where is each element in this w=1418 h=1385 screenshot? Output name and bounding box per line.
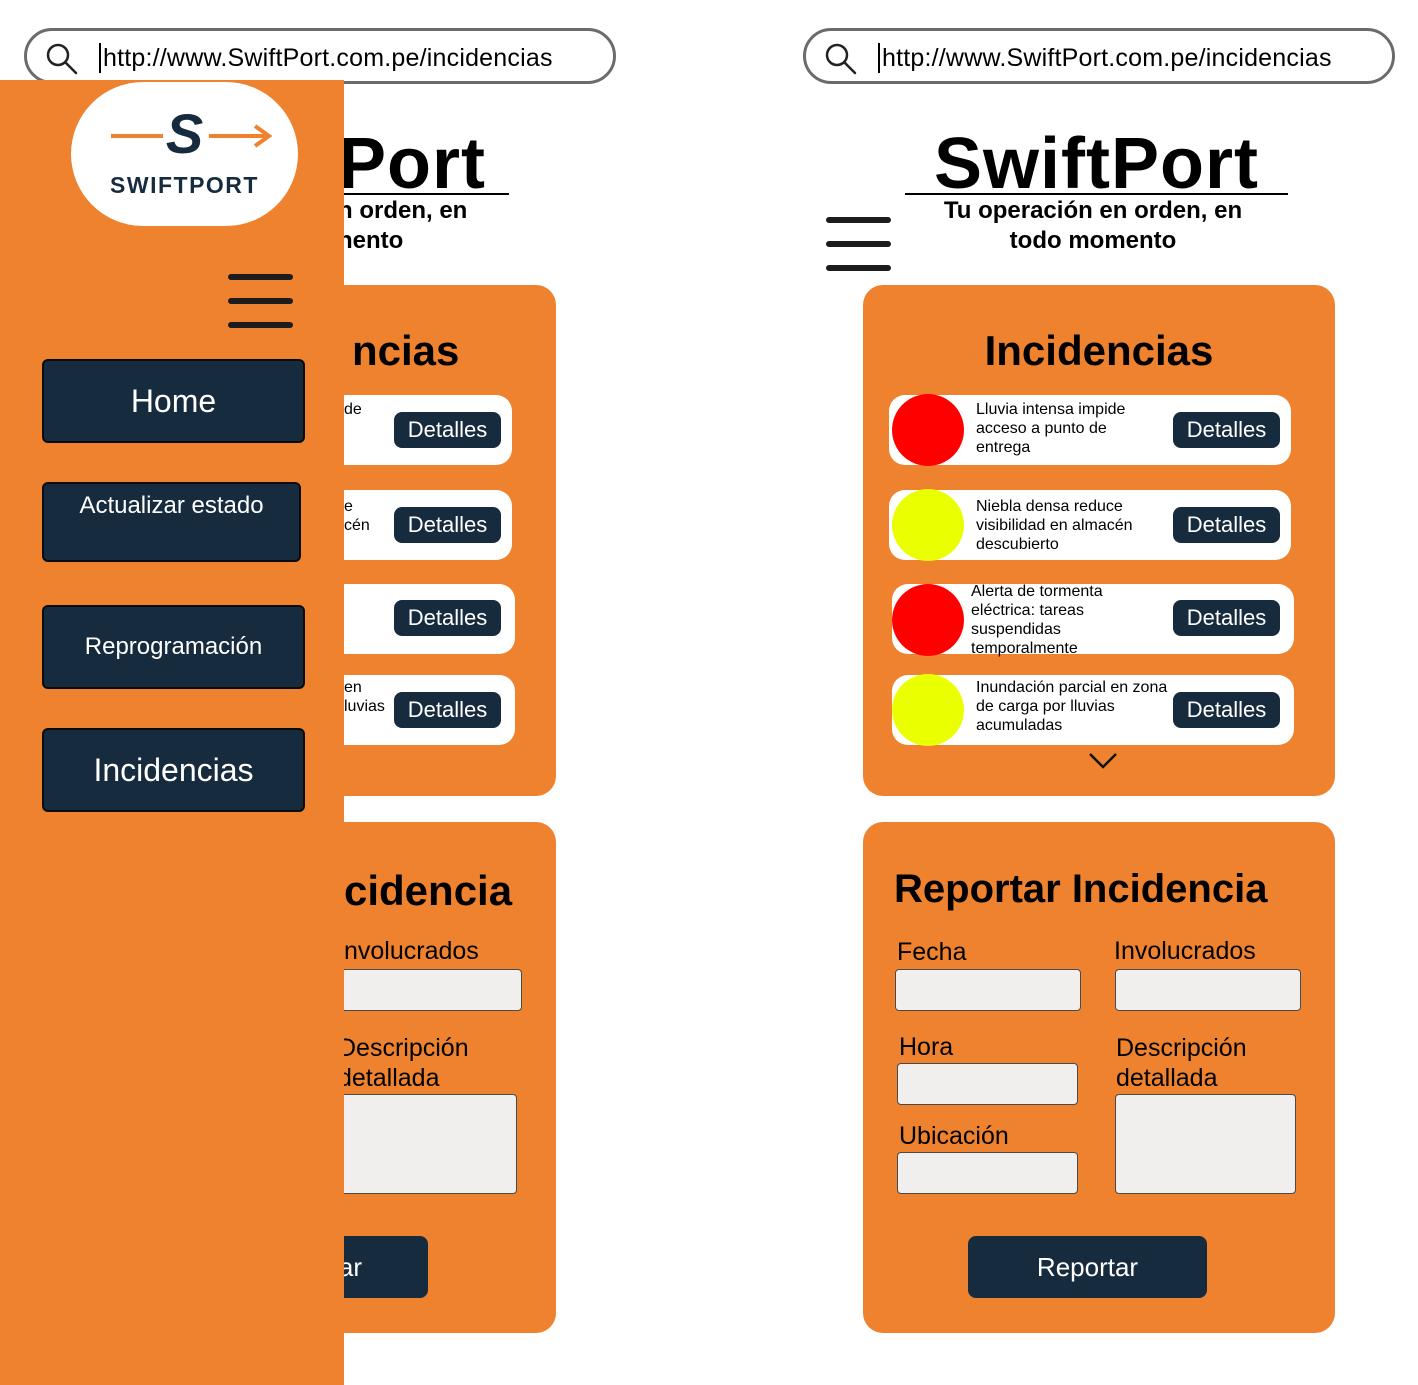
descripcion-textarea[interactable] <box>1115 1094 1296 1194</box>
descripcion-textarea[interactable] <box>320 1094 517 1194</box>
fecha-label: Fecha <box>897 938 967 966</box>
url-text: http://www.SwiftPort.com.pe/incidencias <box>103 44 553 72</box>
brand-title: SwiftPort <box>934 124 1259 204</box>
incidence-description: Alerta de tormenta eléctrica: tareas sus… <box>971 583 1103 657</box>
text-caret <box>99 43 101 73</box>
report-title-partial: cidencia <box>344 867 513 914</box>
ubicacion-label: Ubicación <box>899 1122 1009 1150</box>
incidence-row[interactable]: Lluvia intensa impide acceso a punto de … <box>889 394 1291 466</box>
menu-toggle-button[interactable] <box>826 217 891 271</box>
search-icon <box>46 43 78 75</box>
url-text: http://www.SwiftPort.com.pe/incidencias <box>882 44 1332 72</box>
details-button[interactable]: Detalles <box>394 692 501 728</box>
tagline-line2-partial: nento <box>338 227 404 254</box>
report-button[interactable]: Reportar <box>968 1236 1207 1298</box>
incidence-text-fragment: luvias <box>344 698 385 715</box>
report-card: Reportar Incidencia Fecha Involucrados H… <box>863 822 1335 1333</box>
menu-item-label: Home <box>130 382 217 419</box>
descripcion-label-2: detallada <box>1116 1064 1218 1092</box>
details-button[interactable]: Detalles <box>394 600 501 636</box>
fecha-input[interactable] <box>895 969 1081 1011</box>
severity-indicator <box>892 674 964 746</box>
incidence-text-fragment: cén <box>344 517 370 534</box>
menu-item-label: Reprogramación <box>84 633 263 660</box>
address-bar-right[interactable]: http://www.SwiftPort.com.pe/incidencias <box>803 28 1395 84</box>
incidencias-title: Incidencias <box>984 327 1214 374</box>
descripcion-label-partial-2: detallada <box>338 1064 440 1092</box>
incidencias-title-partial: ncias <box>352 327 460 374</box>
brand-underline <box>905 193 1288 195</box>
details-button[interactable]: Detalles <box>394 412 501 448</box>
report-title: Reportar Incidencia <box>894 867 1268 911</box>
menu-item-reprogramacion[interactable]: Reprogramación <box>42 605 305 689</box>
incidence-description: Niebla densa reduce visibilidad en almac… <box>976 498 1133 553</box>
details-button[interactable]: Detalles <box>1173 412 1280 448</box>
tagline-line1-partial: n orden, en <box>338 197 468 224</box>
incidence-row[interactable]: Niebla densa reduce visibilidad en almac… <box>889 489 1291 561</box>
descripcion-label: Descripción <box>1116 1034 1247 1062</box>
tagline-line2: todo momento <box>1009 227 1177 254</box>
incidence-row[interactable]: Alerta de tormenta eléctrica: tareas sus… <box>892 583 1294 657</box>
logo: S SWIFTPORT <box>71 82 298 226</box>
descripcion-label-partial: Descripción <box>338 1034 469 1062</box>
text-caret <box>878 43 880 73</box>
severity-indicator <box>892 489 964 561</box>
side-menu-drawer: S SWIFTPORT Home Actualizar estado Repro… <box>0 80 344 1385</box>
hora-input[interactable] <box>897 1063 1078 1105</box>
menu-toggle-button[interactable] <box>228 274 293 328</box>
incidencias-card: Incidencias Lluvia intensa impide acceso… <box>863 285 1335 796</box>
menu-item-incidencias[interactable]: Incidencias <box>42 728 305 812</box>
involucrados-input[interactable] <box>1115 969 1301 1011</box>
logo-text: SWIFTPORT <box>110 172 259 198</box>
brand-underline <box>338 193 509 195</box>
incidence-text-fragment: en <box>344 679 362 696</box>
involucrados-input[interactable] <box>320 969 522 1011</box>
details-button[interactable]: Detalles <box>1173 507 1280 543</box>
details-button[interactable]: Detalles <box>1173 600 1280 636</box>
chevron-down-icon[interactable] <box>1087 750 1119 772</box>
details-button[interactable]: Detalles <box>394 507 501 543</box>
search-icon <box>825 43 857 75</box>
incidence-description: Lluvia intensa impide acceso a punto de … <box>976 401 1126 456</box>
involucrados-label: Involucrados <box>1114 937 1256 965</box>
menu-item-actualizar-estado[interactable]: Actualizar estado <box>42 482 301 562</box>
ubicacion-input[interactable] <box>897 1152 1078 1194</box>
severity-indicator <box>892 584 964 656</box>
involucrados-label-partial: nvolucrados <box>344 937 479 965</box>
menu-item-label: Incidencias <box>93 751 254 788</box>
details-button[interactable]: Detalles <box>1173 692 1280 728</box>
severity-indicator <box>892 394 964 466</box>
menu-item-label: Actualizar estado <box>79 492 264 519</box>
menu-item-home[interactable]: Home <box>42 359 305 443</box>
incidence-row[interactable]: Inundación parcial en zona de carga por … <box>892 674 1294 746</box>
hora-label: Hora <box>899 1033 954 1061</box>
incidence-text-fragment: e <box>344 498 353 515</box>
brand-title-partial: Port <box>338 124 486 204</box>
address-bar-left[interactable]: http://www.SwiftPort.com.pe/incidencias <box>24 28 616 84</box>
logo-letter: S <box>165 102 204 165</box>
tagline-line1: Tu operación en orden, en <box>943 197 1243 224</box>
incidence-text-fragment: de <box>344 401 362 418</box>
incidence-description: Inundación parcial en zona de carga por … <box>976 679 1168 734</box>
